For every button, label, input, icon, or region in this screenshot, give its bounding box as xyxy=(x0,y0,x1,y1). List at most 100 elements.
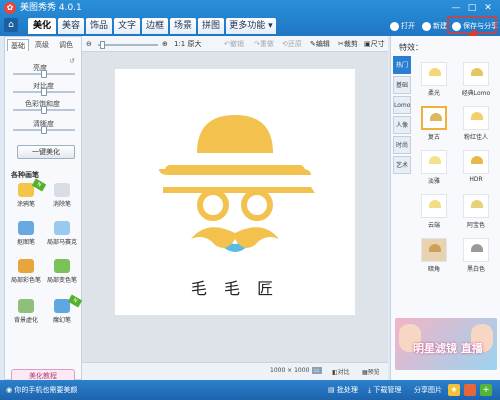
tab-more[interactable]: 更多功能 ▾ xyxy=(226,18,276,34)
tab-text[interactable]: 文字 xyxy=(114,18,140,34)
canvas-area: 毛 毛 匠 xyxy=(82,52,388,362)
batch-button[interactable]: ▤ 批处理 xyxy=(328,385,358,395)
tab-collage[interactable]: 拼图 xyxy=(198,18,224,34)
ad-text: 明星滤镜 直播 xyxy=(413,342,483,355)
cutout-pen-tool[interactable]: 抠图笔 xyxy=(11,221,41,249)
category-basic[interactable]: 基础 xyxy=(393,76,411,94)
eraser-pen-tool[interactable]: 消除笔 xyxy=(47,183,77,211)
camera-icon[interactable] xyxy=(464,384,476,396)
home-icon[interactable]: ⌂ xyxy=(4,18,18,32)
undo-button[interactable]: ↶撤销 xyxy=(224,39,244,49)
phone-tip-link[interactable]: ◉ 你的手机也需要美颜 xyxy=(6,385,77,395)
add-icon[interactable]: + xyxy=(480,384,492,396)
bottom-bar: ◉ 你的手机也需要美颜 ▤ 批处理 ⤓ 下载管理 分享图片 ★ + xyxy=(0,380,500,400)
close-button[interactable]: ✕ xyxy=(482,2,494,14)
open-button[interactable]: 打开 xyxy=(390,20,415,32)
effect-thumbnail xyxy=(421,62,447,86)
zoom-slider[interactable] xyxy=(98,41,158,49)
save-icon xyxy=(452,21,461,31)
reset-icon[interactable]: ↺ xyxy=(69,57,75,65)
effect-thumbnail xyxy=(421,238,447,262)
tab-beautify[interactable]: 美化 xyxy=(28,18,56,34)
subtab-color[interactable]: 调色 xyxy=(55,39,77,51)
folder-icon xyxy=(390,21,399,31)
subtab-advanced[interactable]: 高级 xyxy=(31,39,53,51)
zoom-in-icon[interactable]: ⊕ xyxy=(162,39,168,49)
subtab-basic[interactable]: 基础 xyxy=(7,39,29,51)
effect-soft-light[interactable]: 柔光 xyxy=(415,62,453,100)
category-lomo[interactable]: Lomo xyxy=(393,96,411,114)
effect-black-white[interactable]: 黑白色 xyxy=(457,238,495,276)
app-logo-icon: ✿ xyxy=(4,2,16,14)
redo-button[interactable]: ↷重做 xyxy=(254,39,274,49)
effect-thumbnail xyxy=(463,62,489,86)
canvas-status-bar: 1000 × 1000 ▭ ◧对比 ▦预览 xyxy=(82,362,388,380)
effect-hdr[interactable]: HDR xyxy=(457,150,495,188)
tab-scene[interactable]: 场景 xyxy=(170,18,196,34)
photo[interactable]: 毛 毛 匠 xyxy=(115,69,355,315)
category-portrait[interactable]: 人像 xyxy=(393,116,411,134)
auto-beautify-button[interactable]: 一键美化 xyxy=(17,145,75,159)
effect-thumbnail xyxy=(463,238,489,262)
recolor-icon xyxy=(54,259,70,273)
star-icon[interactable]: ★ xyxy=(448,384,460,396)
zoom-out-icon[interactable]: ⊖ xyxy=(86,39,92,49)
minimize-button[interactable]: — xyxy=(450,2,462,14)
effect-abao-color[interactable]: 阿宝色 xyxy=(457,194,495,232)
preview-button[interactable]: ▦预览 xyxy=(362,367,380,376)
zoom-knob[interactable] xyxy=(100,41,105,49)
clarity-knob[interactable] xyxy=(41,126,47,134)
maximize-button[interactable]: □ xyxy=(466,2,478,14)
category-popular[interactable]: 热门 xyxy=(393,56,411,74)
effects-title: 特效： xyxy=(399,43,423,52)
title-bar: ✿ 美图秀秀 4.0.1 — □ ✕ ⌂ 美化 美容 饰品 文字 边框 场景 拼… xyxy=(0,0,500,36)
save-share-button[interactable]: 保存与分享 xyxy=(452,20,498,32)
crop-button[interactable]: ✂裁剪 xyxy=(338,39,358,49)
mosaic-tool[interactable]: 局部马赛克 xyxy=(47,221,77,249)
star-filter-ad-banner[interactable]: 明星滤镜 直播 xyxy=(395,318,497,370)
zoom-badge-icon: ▭ xyxy=(312,367,322,374)
blur-icon xyxy=(18,299,34,313)
contrast-slider[interactable] xyxy=(13,88,75,96)
logo-text: 毛 毛 匠 xyxy=(190,279,280,298)
plus-icon xyxy=(422,21,431,31)
brush-icon xyxy=(18,259,34,273)
actual-size-button[interactable]: 1:1 原大 xyxy=(174,39,202,49)
saturation-slider[interactable] xyxy=(13,106,75,114)
image-toolbar: ⊖ ⊕ 1:1 原大 ↶撤销 ↷重做 ⟲还原 ✎编辑 ✂裁剪 ▣尺寸 xyxy=(82,36,388,52)
edit-button[interactable]: ✎编辑 xyxy=(310,39,330,49)
effect-classic-lomo[interactable]: 经典Lomo xyxy=(457,62,495,100)
local-color-pen-tool[interactable]: 局部彩色笔 xyxy=(11,259,41,287)
contrast-knob[interactable] xyxy=(41,88,47,96)
eraser-icon xyxy=(54,183,70,197)
effect-vignette[interactable]: 暗角 xyxy=(415,238,453,276)
recolor-pen-tool[interactable]: 局部变色笔 xyxy=(47,259,77,287)
effect-thumbnail xyxy=(463,106,489,130)
brightness-knob[interactable] xyxy=(41,70,47,78)
app-title: 美图秀秀 4.0.1 xyxy=(20,3,82,13)
compare-button[interactable]: ◧对比 xyxy=(332,367,350,376)
brightness-slider[interactable] xyxy=(13,70,75,78)
magic-pen-tool[interactable]: 魔幻笔 N xyxy=(47,294,83,327)
tab-frame[interactable]: 边框 xyxy=(142,18,168,34)
tab-accessories[interactable]: 饰品 xyxy=(86,18,112,34)
effect-pink-lady[interactable]: 粉红佳人 xyxy=(457,106,495,144)
effect-vintage[interactable]: 复古 xyxy=(415,106,453,144)
tab-skin[interactable]: 美容 xyxy=(58,18,84,34)
clarity-slider[interactable] xyxy=(13,126,75,134)
mosaic-icon xyxy=(54,221,70,235)
effect-thumbnail xyxy=(463,194,489,218)
effect-elegant[interactable]: 淡雅 xyxy=(415,150,453,188)
effect-cloud[interactable]: 云端 xyxy=(415,194,453,232)
category-art[interactable]: 艺术 xyxy=(393,156,411,174)
background-blur-tool[interactable]: 背景虚化 xyxy=(11,299,41,327)
download-manager-button[interactable]: ⤓ 下载管理 xyxy=(368,385,401,395)
restore-button[interactable]: ⟲还原 xyxy=(282,39,302,49)
saturation-knob[interactable] xyxy=(41,106,47,114)
share-image-button[interactable]: 分享图片 xyxy=(414,385,442,395)
category-fashion[interactable]: 时尚 xyxy=(393,136,411,154)
effect-thumbnail xyxy=(463,150,489,174)
doodle-pen-tool[interactable]: 涂鸦笔 N xyxy=(11,178,47,211)
new-button[interactable]: 新建 xyxy=(422,20,447,32)
resize-button[interactable]: ▣尺寸 xyxy=(364,39,385,49)
